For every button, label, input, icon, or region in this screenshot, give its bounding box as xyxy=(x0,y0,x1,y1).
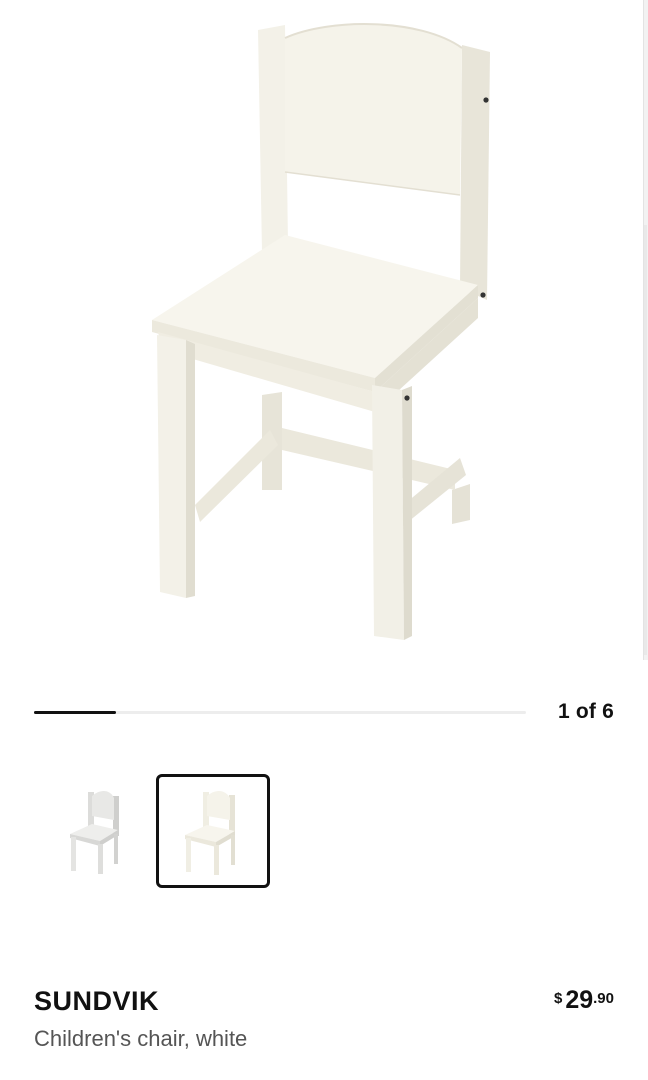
thumbnail-1[interactable] xyxy=(34,774,148,888)
product-description: Children's chair, white xyxy=(34,1026,248,1051)
product-name: SUNDVIK xyxy=(34,986,160,1016)
thumbnail-chair-grey-image xyxy=(70,790,119,874)
price-decimal: .90 xyxy=(593,990,614,1007)
product-image-gallery[interactable] xyxy=(0,0,648,660)
product-price: $ 29 .90 xyxy=(554,986,614,1015)
price-integer: 29 xyxy=(565,986,594,1014)
image-counter: 1 of 6 xyxy=(557,700,614,723)
price-currency: $ xyxy=(553,990,563,1007)
thumbnail-chair-white-image xyxy=(185,790,235,875)
thumbnail-2[interactable] xyxy=(156,774,270,888)
gallery-progress-fill xyxy=(34,711,117,714)
gallery-progress-bar xyxy=(34,711,526,714)
product-image xyxy=(152,23,490,640)
next-image-edge xyxy=(643,0,648,660)
